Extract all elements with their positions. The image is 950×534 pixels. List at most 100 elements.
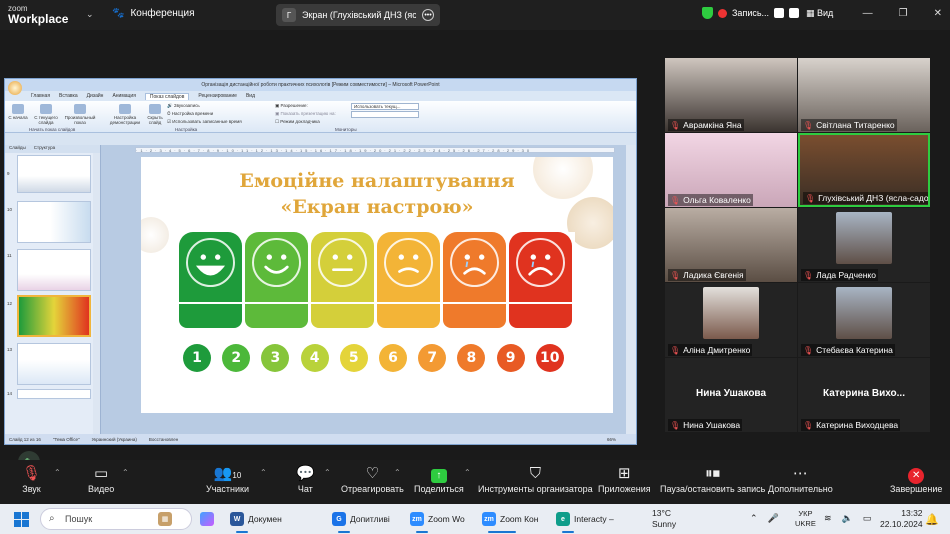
slide-thumbnail[interactable] xyxy=(17,155,91,193)
chevron-up-icon[interactable]: ⌃ xyxy=(260,468,267,477)
presenter-view-checkbox[interactable]: ☐ Режим докладчика xyxy=(275,119,320,125)
chevron-up-icon[interactable]: ⌃ xyxy=(750,513,758,524)
apps-button[interactable]: ⊞ Приложения xyxy=(598,464,651,494)
close-icon[interactable]: ✕ xyxy=(934,8,942,19)
participant-tile[interactable]: Нина Ушакова 🎙 Нина Ушакова xyxy=(665,358,797,432)
panel-tab-slides[interactable]: Слайды xyxy=(9,145,26,153)
minimize-icon[interactable]: — xyxy=(863,8,873,19)
taskbar-app[interactable]: e Interacty – xyxy=(556,510,614,528)
slide-thumbnail-selected[interactable] xyxy=(17,295,91,337)
screen-share-pill[interactable]: Г Экран (Глухівський ДНЗ (ясла-садок) ••… xyxy=(276,4,440,26)
chevron-up-icon[interactable]: ⌃ xyxy=(464,468,471,477)
participant-tile[interactable]: 🎙 Лада Радченко xyxy=(798,208,930,282)
face-emoji-icon xyxy=(252,238,301,287)
thumb-number: 13 xyxy=(7,347,13,352)
windows-start-icon[interactable] xyxy=(14,512,29,527)
participant-tile[interactable]: 🎙 Ольга Коваленко xyxy=(665,133,797,207)
taskbar-app[interactable]: G Допитливі xyxy=(332,510,390,528)
use-timings-checkbox[interactable]: ☑ Использовать записанные время xyxy=(167,119,242,125)
system-tray: ⌃ 🎤 xyxy=(750,513,779,524)
from-start-button[interactable]: С начала xyxy=(7,104,29,120)
rb-option-label: Показать презентацию на: xyxy=(280,111,336,116)
share-button[interactable]: ↑ Поделиться xyxy=(414,464,464,494)
participants-button[interactable]: 👥10 Участники xyxy=(206,464,249,494)
pp-tab-insert[interactable]: Вставка xyxy=(59,93,78,99)
chevron-down-icon[interactable]: ⌄ xyxy=(86,9,94,20)
slide-scrollbar[interactable] xyxy=(626,145,636,434)
more-button[interactable]: ⋯ Дополнительно xyxy=(768,464,833,494)
setup-show-button[interactable]: Настройка демонстрации xyxy=(107,104,143,125)
conference-label: Конференция xyxy=(130,8,195,19)
notification-bell-icon[interactable]: 🔔 xyxy=(925,510,939,528)
chevron-up-icon[interactable]: ⌃ xyxy=(394,468,401,477)
view-button[interactable]: ▦ Вид xyxy=(806,8,833,19)
custom-show-button[interactable]: Произвольный показ xyxy=(63,104,97,125)
slide-thumbnail[interactable] xyxy=(17,343,91,385)
panel-tab-outline[interactable]: Структура xyxy=(34,145,55,153)
taskbar-clock[interactable]: 13:32 22.10.2024 xyxy=(880,508,923,530)
weather-widget[interactable]: 13°C Sunny xyxy=(652,508,676,530)
pp-tab-home[interactable]: Главная xyxy=(31,93,50,99)
thumbnails-scrollbar[interactable] xyxy=(93,153,100,434)
taskbar-app[interactable]: zm Zoom Кон xyxy=(482,510,538,528)
participant-tile[interactable]: 🎙 Аврамкіна Яна xyxy=(665,58,797,132)
zoom-level[interactable]: 66% xyxy=(607,437,616,442)
slide-thumbnail[interactable] xyxy=(17,249,91,291)
resolution-select[interactable]: Использовать текущ... xyxy=(351,103,419,110)
pp-tab-view[interactable]: Вид xyxy=(246,93,255,99)
recording-indicator[interactable]: Запись... xyxy=(702,7,800,19)
participant-tile[interactable]: 🎙 Стебаєва Катерина xyxy=(798,283,930,357)
taskbar-app[interactable]: zm Zoom Wo xyxy=(410,510,465,528)
stop-icon[interactable] xyxy=(789,8,800,18)
participant-tile[interactable]: 🎙 Аліна Дмитренко xyxy=(665,283,797,357)
hide-slide-button[interactable]: Скрыть слайд xyxy=(145,104,165,125)
language-indicator[interactable]: УКР UKRE xyxy=(795,509,816,529)
rehearse-timings-option[interactable]: ⏱ Настройка времени xyxy=(167,111,213,116)
pp-tab-design[interactable]: Дизайн xyxy=(87,93,104,99)
participant-tile[interactable]: 🎙 Ладика Євгенія xyxy=(665,208,797,282)
slide-thumbnail[interactable] xyxy=(17,389,91,399)
microphone-icon[interactable]: 🎤 xyxy=(768,513,779,524)
office-button-icon[interactable] xyxy=(8,81,22,95)
chat-icon: 💬 xyxy=(296,465,315,482)
rb-option-label: Использовать записанные время xyxy=(172,119,242,124)
host-tools-button[interactable]: ⛉ Инструменты организатора xyxy=(478,464,593,494)
chevron-up-icon[interactable]: ⌃ xyxy=(324,468,331,477)
pp-tab-slideshow[interactable]: Показ слайдов xyxy=(144,92,190,100)
participant-tile[interactable]: 🎙 Глухівський ДНЗ (ясла-садок)... xyxy=(798,133,930,207)
pp-ribbon-tabs: Главная Вставка Дизайн Анимация Показ сл… xyxy=(5,91,636,101)
face-emoji-icon xyxy=(318,238,367,287)
slide-title-line1: Емоційне налаштування xyxy=(239,170,515,192)
app-label: Zoom Кон xyxy=(500,514,539,524)
status-icons[interactable]: ≋ 🔈 ▭ xyxy=(824,513,871,524)
participant-tile[interactable]: 🎙 Світлана Титаренко xyxy=(798,58,930,132)
mood-face xyxy=(377,232,440,302)
restore-icon[interactable]: ❐ xyxy=(899,8,908,19)
pp-tab-review[interactable]: Рецензирование xyxy=(198,93,237,99)
video-button[interactable]: ▭ Видео xyxy=(88,464,114,494)
mic-off-icon: 🎙 xyxy=(670,120,681,130)
pp-tab-animation[interactable]: Анимация xyxy=(112,93,135,99)
show-on-select[interactable] xyxy=(351,111,419,118)
participant-tile[interactable]: Катерина Вихо... 🎙 Катерина Виходцева xyxy=(798,358,930,432)
slide-thumbnail[interactable] xyxy=(17,201,91,243)
status-language: Украинский (Украина) xyxy=(91,436,137,442)
pause-icon[interactable] xyxy=(774,8,785,18)
app-label: Допитливі xyxy=(350,514,390,524)
pause-recording-button[interactable]: ⏸⏹ Пауза/остановить запись xyxy=(660,464,765,494)
rb-option-label: Режим докладчика xyxy=(280,119,320,124)
copilot-icon[interactable] xyxy=(200,510,214,528)
chat-button[interactable]: 💬 Чат xyxy=(296,464,315,494)
mute-button[interactable]: 🎙 Звук xyxy=(22,464,41,494)
mic-off-icon: 🎙 xyxy=(803,420,814,430)
from-current-button[interactable]: С текущего слайда xyxy=(31,104,61,125)
taskbar-widget-icon[interactable]: ▦ xyxy=(158,510,172,528)
chevron-up-icon[interactable]: ⌃ xyxy=(122,468,129,477)
chevron-up-icon[interactable]: ⌃ xyxy=(54,468,61,477)
more-options-icon[interactable]: ••• xyxy=(422,9,434,21)
conference-info-button[interactable]: 🐾 Конференция xyxy=(112,8,195,19)
record-narration-option[interactable]: 🔊 Звукозапись xyxy=(167,103,200,109)
taskbar-app[interactable]: W Докумен xyxy=(230,510,282,528)
end-meeting-button[interactable]: ✕ Завершение xyxy=(890,464,942,494)
app-label: Zoom Wo xyxy=(428,514,465,524)
